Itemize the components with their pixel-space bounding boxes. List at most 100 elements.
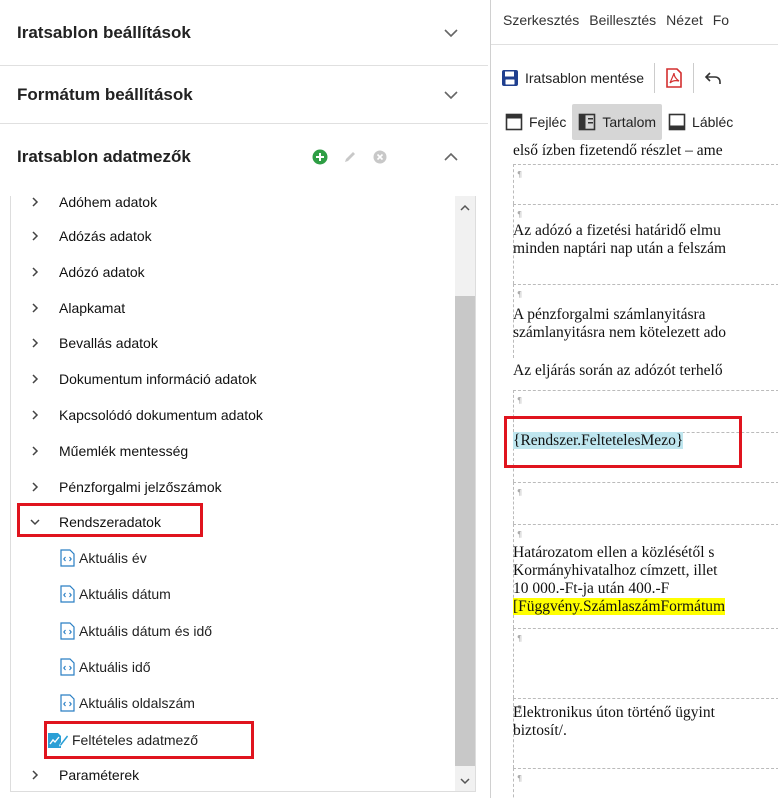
paragraph-block: ¶ (513, 628, 778, 698)
caret-right-icon (32, 231, 39, 241)
doc-text-line: minden naptári nap után a felszám (513, 240, 727, 257)
toolbar-separator (654, 63, 656, 93)
content-layout-icon (579, 113, 596, 131)
child-aktualis-datum-es-ido[interactable]: Aktuális dátum és idő (11, 616, 212, 646)
field-file-icon (60, 549, 75, 567)
editor-toolbar: Iratsablon mentése (491, 58, 778, 98)
doc-text-line: Elektronikus úton történő ügyint (513, 704, 715, 721)
paragraph-mark: ¶ (517, 290, 523, 299)
caret-right-icon (32, 267, 39, 277)
editor-panel: Szerkesztés Beillesztés Nézet Fo Iratsab… (490, 0, 778, 798)
child-aktualis-oldalszam[interactable]: Aktuális oldalszám (11, 688, 195, 718)
header-layout-icon (505, 113, 523, 131)
section-title: Iratsablon adatmezők (17, 147, 191, 166)
menu-nezet[interactable]: Nézet (666, 12, 703, 28)
chevron-up-icon[interactable] (442, 148, 460, 166)
child-aktualis-ev[interactable]: Aktuális év (11, 543, 147, 573)
field-file-icon (60, 694, 75, 712)
section-iratsablon-adatmezok[interactable]: Iratsablon adatmezők (0, 124, 488, 190)
function-token[interactable]: [Függvény.SzámlaszámFormátum (513, 598, 726, 615)
tab-label: Fejléc (529, 114, 567, 130)
left-panel: Iratsablon beállítások Formátum beállítá… (0, 0, 488, 798)
tree-item-label: Bevallás adatok (59, 335, 158, 351)
edit-pencil-icon[interactable] (342, 149, 358, 165)
doc-text-line: Kormányhivatalhoz címzett, illet (513, 562, 718, 579)
doc-text-line: első ízben fizetendő részlet – ame (513, 142, 723, 159)
menu-szerkesztes[interactable]: Szerkesztés (503, 12, 579, 28)
doc-text-line: biztosít/. (513, 722, 567, 739)
tree-item-adozo-adatok[interactable]: Adózó adatok (11, 257, 145, 287)
paragraph-mark: ¶ (517, 530, 523, 539)
child-label: Aktuális dátum és idő (79, 623, 213, 639)
menu-beillesztes[interactable]: Beillesztés (589, 12, 656, 28)
tree-item-label: Pénzforgalmi jelzőszámok (59, 479, 222, 495)
pdf-export-icon[interactable] (665, 68, 683, 88)
child-aktualis-datum[interactable]: Aktuális dátum (11, 579, 171, 609)
paragraph-mark: ¶ (517, 488, 523, 497)
doc-text-line: Határozatom ellen a közlésétől s (513, 544, 715, 561)
tree-item-bevallas-adatok[interactable]: Bevallás adatok (11, 328, 158, 358)
tree-item-label: Adózás adatok (59, 228, 152, 244)
paragraph-mark: ¶ (517, 396, 523, 405)
highlight-conditional-field (504, 416, 742, 468)
document-canvas[interactable]: első ízben fizetendő részlet – ame ¶ ¶ A… (513, 142, 778, 798)
menu-formatum[interactable]: Fo (713, 12, 729, 28)
child-label: Aktuális év (79, 550, 147, 566)
tree-item-dokumentum-informacio[interactable]: Dokumentum információ adatok (11, 364, 257, 394)
tree-item-label: Paraméterek (59, 767, 140, 783)
caret-right-icon (32, 482, 39, 492)
tree-item-parameterek[interactable]: Paraméterek (11, 760, 139, 790)
tree-item-label: Adózó adatok (59, 264, 145, 280)
tree-item-muemlek-mentesseg[interactable]: Műemlék mentesség (11, 436, 188, 466)
child-label: Aktuális oldalszám (79, 695, 195, 711)
tab-lablec[interactable]: Lábléc (662, 104, 739, 140)
chevron-down-icon[interactable] (442, 86, 460, 104)
child-label: Aktuális idő (79, 659, 151, 675)
tree-item-partial[interactable]: Adóhem adatok (11, 196, 157, 217)
doc-text-line: Az eljárás során az adózót terhelő (513, 362, 723, 379)
section-formatum-beallitasok[interactable]: Formátum beállítások (0, 66, 488, 124)
delete-icon[interactable] (372, 149, 388, 165)
caret-right-icon (32, 197, 39, 207)
tab-fejlec[interactable]: Fejléc (499, 104, 572, 140)
caret-right-icon (32, 374, 39, 384)
save-label: Iratsablon mentése (525, 70, 645, 86)
doc-text-line: [Függvény.SzámlaszámFormátum (513, 598, 778, 616)
child-aktualis-ido[interactable]: Aktuális idő (11, 652, 151, 682)
highlight-felteteles-adatmezo (44, 721, 254, 759)
section-iratsablon-beallitasok[interactable]: Iratsablon beállítások (0, 0, 488, 66)
chevron-down-icon[interactable] (442, 24, 460, 42)
divider (491, 44, 778, 45)
doc-text-line: Az adózó a fizetési határidő elmu (513, 222, 721, 239)
caret-right-icon (32, 303, 39, 313)
doc-text-line: számlanyitásra nem kötelezett ado (513, 324, 727, 341)
tree-item-label: Műemlék mentesség (59, 443, 189, 459)
tree-item-adozas-adatok[interactable]: Adózás adatok (11, 221, 152, 251)
scroll-up-icon[interactable] (459, 202, 471, 214)
tree-scrollbar[interactable] (455, 196, 475, 791)
undo-icon[interactable] (704, 69, 722, 87)
tree-item-alapkamat[interactable]: Alapkamat (11, 293, 125, 323)
tree-item-label: Kapcsolódó dokumentum adatok (59, 407, 263, 423)
data-field-tree: Adóhem adatok Adózás adatok Adózó adatok… (10, 196, 476, 792)
paragraph-mark: ¶ (517, 634, 523, 643)
save-icon (502, 70, 518, 86)
tree-item-kapcsolodo-dokumentum[interactable]: Kapcsolódó dokumentum adatok (11, 400, 263, 430)
tree-item-penzforgalmi[interactable]: Pénzforgalmi jelzőszámok (11, 472, 222, 502)
tab-label: Tartalom (602, 114, 657, 130)
save-button[interactable]: Iratsablon mentése (501, 69, 644, 87)
doc-text-line: A pénzforgalmi számlanyitásra (513, 306, 706, 323)
paragraph-block: ¶ (513, 482, 778, 524)
tree-item-label: Alapkamat (59, 300, 126, 316)
tree-item-label: Adóhem adatok (59, 196, 158, 210)
scroll-down-icon[interactable] (459, 775, 471, 787)
section-tabs: Fejléc Tartalom Lábléc (491, 104, 778, 140)
section-actions (312, 149, 388, 165)
paragraph-mark: ¶ (517, 170, 523, 179)
paragraph-mark: ¶ (517, 774, 523, 783)
section-title: Formátum beállítások (17, 84, 193, 104)
add-icon[interactable] (312, 149, 328, 165)
caret-right-icon (32, 338, 39, 348)
tab-tartalom[interactable]: Tartalom (572, 104, 663, 140)
scrollbar-thumb[interactable] (455, 296, 475, 766)
